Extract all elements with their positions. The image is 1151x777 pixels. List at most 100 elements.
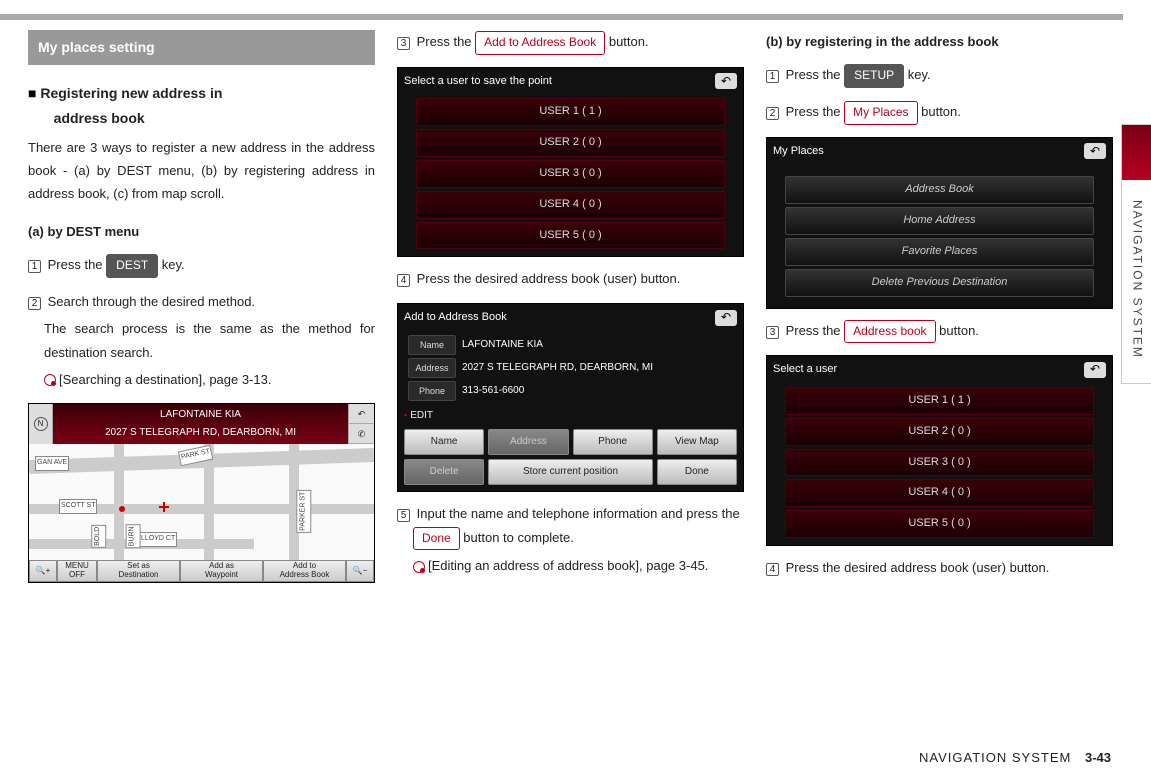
step-number-icon: 4: [397, 274, 410, 287]
menu-off-button[interactable]: MENU OFF: [57, 560, 97, 582]
column-1: My places setting Registering new addres…: [28, 30, 375, 593]
step-4: 4 Press the desired address book (user) …: [397, 267, 744, 290]
my-places-item[interactable]: Favorite Places: [785, 238, 1094, 266]
map-destination-banner: LAFONTAINE KIA 2027 S TELEGRAPH RD, DEAR…: [53, 404, 348, 444]
step-5: 5 Input the name and telephone informati…: [397, 502, 744, 550]
side-tab-label: NAVIGATION SYSTEM: [1126, 200, 1148, 359]
map-canvas[interactable]: GAN AVE PARK ST SCOTT ST LLOYD CT BOLD B…: [29, 444, 374, 560]
step-2-text-a: Search through the desired method.: [48, 294, 255, 309]
map-screenshot: N LAFONTAINE KIA 2027 S TELEGRAPH RD, DE…: [28, 403, 375, 583]
step-2-ref: [Searching a destination], page 3-13.: [28, 368, 375, 391]
subsection-heading-l2: address book: [54, 110, 145, 126]
b-step-2: 2 Press the My Places button.: [766, 100, 1113, 125]
user-row[interactable]: USER 5 ( 0 ): [416, 222, 725, 250]
my-places-item[interactable]: Address Book: [785, 176, 1094, 204]
edit-button-grid: Name Address Phone View Map Delete Store…: [398, 427, 743, 491]
add-to-address-book-key[interactable]: Add to Address Book: [475, 31, 605, 55]
map-dest-name: LAFONTAINE KIA: [57, 406, 344, 424]
address-book-key[interactable]: Address book: [844, 320, 935, 344]
b-step-3-text-a: Press the: [786, 323, 845, 338]
page-columns: My places setting Registering new addres…: [0, 20, 1151, 593]
back-icon[interactable]: ↶: [715, 73, 737, 89]
add-waypoint-button[interactable]: Add as Waypoint: [180, 560, 263, 582]
step-1: 1 Press the DEST key.: [28, 253, 375, 278]
compass-icon[interactable]: N: [29, 404, 53, 444]
user-row[interactable]: USER 3 ( 0 ): [785, 449, 1094, 477]
user-row[interactable]: USER 4 ( 0 ): [785, 479, 1094, 507]
field-value: LAFONTAINE KIA: [462, 336, 543, 354]
step-2: 2 Search through the desired method.: [28, 290, 375, 313]
user-row[interactable]: USER 5 ( 0 ): [785, 510, 1094, 538]
user-row[interactable]: USER 1 ( 1 ): [785, 387, 1094, 415]
screenshot-title: My Places: [773, 142, 824, 162]
page-footer: NAVIGATION SYSTEM 3-43: [919, 746, 1111, 769]
done-button[interactable]: Done: [657, 459, 737, 485]
add-address-book-button[interactable]: Add to Address Book: [263, 560, 346, 582]
b-step-4-text: Press the desired address book (user) bu…: [786, 560, 1050, 575]
set-destination-button[interactable]: Set as Destination: [97, 560, 180, 582]
map-side-buttons: ↶ ✆: [348, 404, 374, 444]
my-places-item[interactable]: Delete Previous Destination: [785, 269, 1094, 297]
zoom-in-label: +: [46, 567, 51, 576]
step-number-icon: 1: [28, 260, 41, 273]
field-value: 2027 S TELEGRAPH RD, DEARBORN, MI: [462, 359, 653, 377]
b-step-4: 4 Press the desired address book (user) …: [766, 556, 1113, 579]
my-places-key[interactable]: My Places: [844, 101, 917, 125]
step-5-ref-text: [Editing an address of address book], pa…: [428, 558, 708, 573]
store-current-position-button[interactable]: Store current position: [488, 459, 653, 485]
field-label: Address: [408, 358, 456, 378]
done-key[interactable]: Done: [413, 527, 460, 551]
edit-name-button[interactable]: Name: [404, 429, 484, 455]
back-icon[interactable]: ↶: [1084, 362, 1106, 378]
delete-button[interactable]: Delete: [404, 459, 484, 485]
screenshot-header: Add to Address Book ↶: [398, 304, 743, 332]
edit-phone-button[interactable]: Phone: [573, 429, 653, 455]
screenshot-header: My Places ↶: [767, 138, 1112, 166]
subsection-heading-l1: Registering new address in: [40, 85, 222, 101]
step-number-icon: 5: [397, 509, 410, 522]
zoom-in-button[interactable]: 🔍+: [29, 560, 57, 582]
magnify-minus-icon: 🔍: [353, 567, 363, 576]
select-user-screenshot: Select a user to save the point ↶ USER 1…: [397, 67, 744, 258]
edit-address-button[interactable]: Address: [488, 429, 568, 455]
user-row[interactable]: USER 3 ( 0 ): [416, 160, 725, 188]
view-map-button[interactable]: View Map: [657, 429, 737, 455]
step-number-icon: 2: [28, 297, 41, 310]
user-row[interactable]: USER 1 ( 1 ): [416, 98, 725, 126]
select-user-screenshot: Select a user ↶ USER 1 ( 1 ) USER 2 ( 0 …: [766, 355, 1113, 546]
step-number-icon: 3: [766, 326, 779, 339]
b-step-2-text-b: button.: [918, 104, 961, 119]
step-4-text: Press the desired address book (user) bu…: [417, 271, 681, 286]
step-number-icon: 4: [766, 563, 779, 576]
phone-icon[interactable]: ✆: [349, 424, 374, 444]
street-label: PARKER ST: [296, 490, 311, 533]
dest-key[interactable]: DEST: [106, 254, 158, 278]
intro-paragraph: There are 3 ways to register a new addre…: [28, 136, 375, 206]
back-icon[interactable]: ↶: [349, 404, 374, 424]
step-3-text-a: Press the: [417, 34, 476, 49]
magnify-plus-icon: 🔍: [36, 567, 46, 576]
back-icon[interactable]: ↶: [1084, 143, 1106, 159]
zoom-out-button[interactable]: 🔍−: [346, 560, 374, 582]
map-crosshair-icon: [159, 502, 169, 512]
user-row[interactable]: USER 2 ( 0 ): [785, 418, 1094, 446]
my-places-item[interactable]: Home Address: [785, 207, 1094, 235]
user-row[interactable]: USER 2 ( 0 ): [416, 129, 725, 157]
method-b-heading: (b) by registering in the address book: [766, 30, 1113, 53]
field-name-row: Name LAFONTAINE KIA: [408, 335, 733, 355]
setup-key[interactable]: SETUP: [844, 64, 904, 88]
step-1-text-a: Press the: [48, 257, 107, 272]
screenshot-title: Add to Address Book: [404, 308, 507, 328]
my-places-screenshot: My Places ↶ Address Book Home Address Fa…: [766, 137, 1113, 309]
step-3: 3 Press the Add to Address Book button.: [397, 30, 744, 55]
b-step-2-text-a: Press the: [786, 104, 845, 119]
screenshot-header: Select a user ↶: [767, 356, 1112, 384]
add-to-address-book-screenshot: Add to Address Book ↶ Name LAFONTAINE KI…: [397, 303, 744, 492]
screenshot-header: Select a user to save the point ↶: [398, 68, 743, 96]
b-step-1: 1 Press the SETUP key.: [766, 63, 1113, 88]
back-icon[interactable]: ↶: [715, 310, 737, 326]
b-step-1-text-b: key.: [904, 67, 931, 82]
xref-icon: [44, 374, 56, 386]
user-row[interactable]: USER 4 ( 0 ): [416, 191, 725, 219]
field-label: Name: [408, 335, 456, 355]
